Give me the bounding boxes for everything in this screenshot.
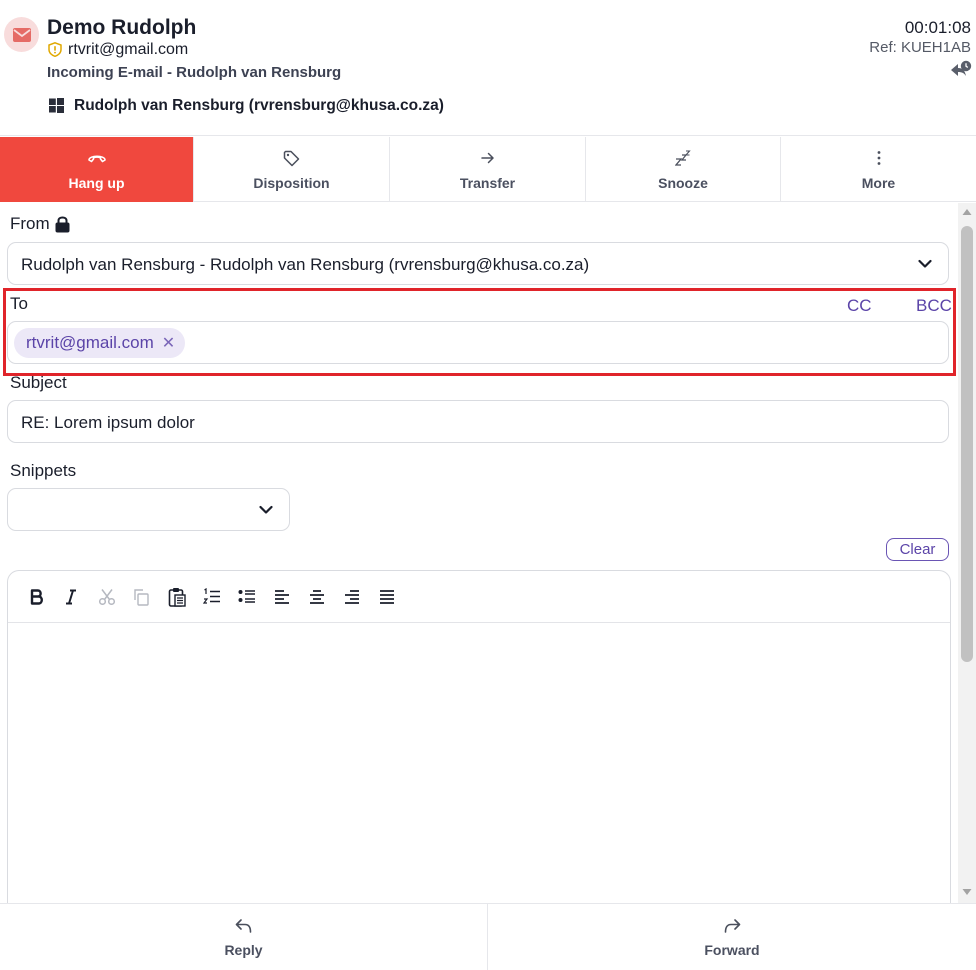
snooze-button[interactable]: Snooze [586,137,781,202]
more-button[interactable]: More [781,137,976,202]
editor-toolbar [8,571,950,623]
align-justify-icon[interactable] [376,586,398,608]
paste-icon[interactable] [166,586,188,608]
scrollbar-thumb[interactable] [961,226,973,662]
scroll-down-arrow-icon[interactable] [962,888,972,896]
chevron-down-icon [918,259,932,268]
to-label: To [10,294,28,313]
from-select[interactable]: Rudolph van Rensburg - Rudolph van Rensb… [7,242,949,285]
forward-icon [724,919,740,933]
hang-up-button[interactable]: Hang up [0,137,194,202]
italic-icon[interactable] [60,586,82,608]
subject-input-value: RE: Lorem ipsum dolor [21,413,195,432]
from-select-value: Rudolph van Rensburg - Rudolph van Rensb… [21,255,590,274]
call-action-bar: Hang up Disposition Transfer Snooze More [0,137,976,202]
subject-label: Subject [10,373,67,392]
align-center-icon[interactable] [306,586,328,608]
windows-icon [49,98,64,113]
recipient-chip: rtvrit@gmail.com ✕ [14,328,186,358]
reply-label: Reply [224,942,263,958]
contact-email: rtvrit@gmail.com [68,41,189,58]
cut-icon[interactable] [96,586,118,608]
clear-button[interactable]: Clear [886,538,949,561]
from-label-row: From [10,214,70,234]
remove-recipient-icon[interactable]: ✕ [162,333,175,353]
forward-label: Forward [704,942,760,958]
bcc-link[interactable]: BCC [916,296,952,316]
envelope-icon [12,27,31,42]
call-timer: 00:01:08 [904,18,971,37]
align-right-icon[interactable] [341,586,363,608]
to-recipients-field[interactable]: rtvrit@gmail.com ✕ [7,321,949,364]
bold-icon[interactable] [26,586,48,608]
chevron-down-icon [259,505,273,514]
ordered-list-icon[interactable] [201,586,223,608]
recipient-chip-label: rtvrit@gmail.com [26,333,154,352]
email-action-bar: Reply Forward [0,903,976,970]
transfer-button[interactable]: Transfer [390,137,586,202]
reference-number: Ref: KUEH1AB [869,39,971,56]
avatar [4,17,39,52]
disposition-button[interactable]: Disposition [194,137,390,202]
reply-button[interactable]: Reply [0,904,488,970]
subject-input[interactable]: RE: Lorem ipsum dolor [7,400,949,443]
from-label: From [10,214,50,233]
unordered-list-icon[interactable] [236,586,258,608]
more-label: More [861,175,896,191]
mailbox-name: Rudolph van Rensburg (rvrensburg@khusa.c… [74,97,444,114]
arrow-right-icon [480,152,494,164]
interaction-subtitle: Incoming E-mail - Rudolph van Rensburg [47,64,342,81]
interaction-header: Demo Rudolph rtvrit@gmail.com Incoming E… [0,0,976,136]
message-editor[interactable] [7,570,951,910]
reply-clock-icon [951,60,972,76]
snooze-label: Snooze [658,175,708,191]
snippets-label: Snippets [10,461,77,480]
lock-icon [55,216,70,233]
disposition-label: Disposition [253,175,330,191]
cc-link[interactable]: CC [847,296,872,316]
more-vertical-icon [877,151,880,165]
transfer-label: Transfer [459,175,516,191]
forward-button[interactable]: Forward [488,904,976,970]
contact-name: Demo Rudolph [47,16,197,39]
scroll-up-arrow-icon[interactable] [962,208,972,216]
hang-up-label: Hang up [68,175,125,191]
reply-icon [235,919,252,933]
align-left-icon[interactable] [271,586,293,608]
tag-icon [283,150,300,166]
shield-icon [48,42,62,57]
copy-icon[interactable] [130,586,152,608]
snippets-select[interactable] [7,488,290,531]
snooze-icon [675,150,691,166]
hang-up-icon [87,155,106,163]
